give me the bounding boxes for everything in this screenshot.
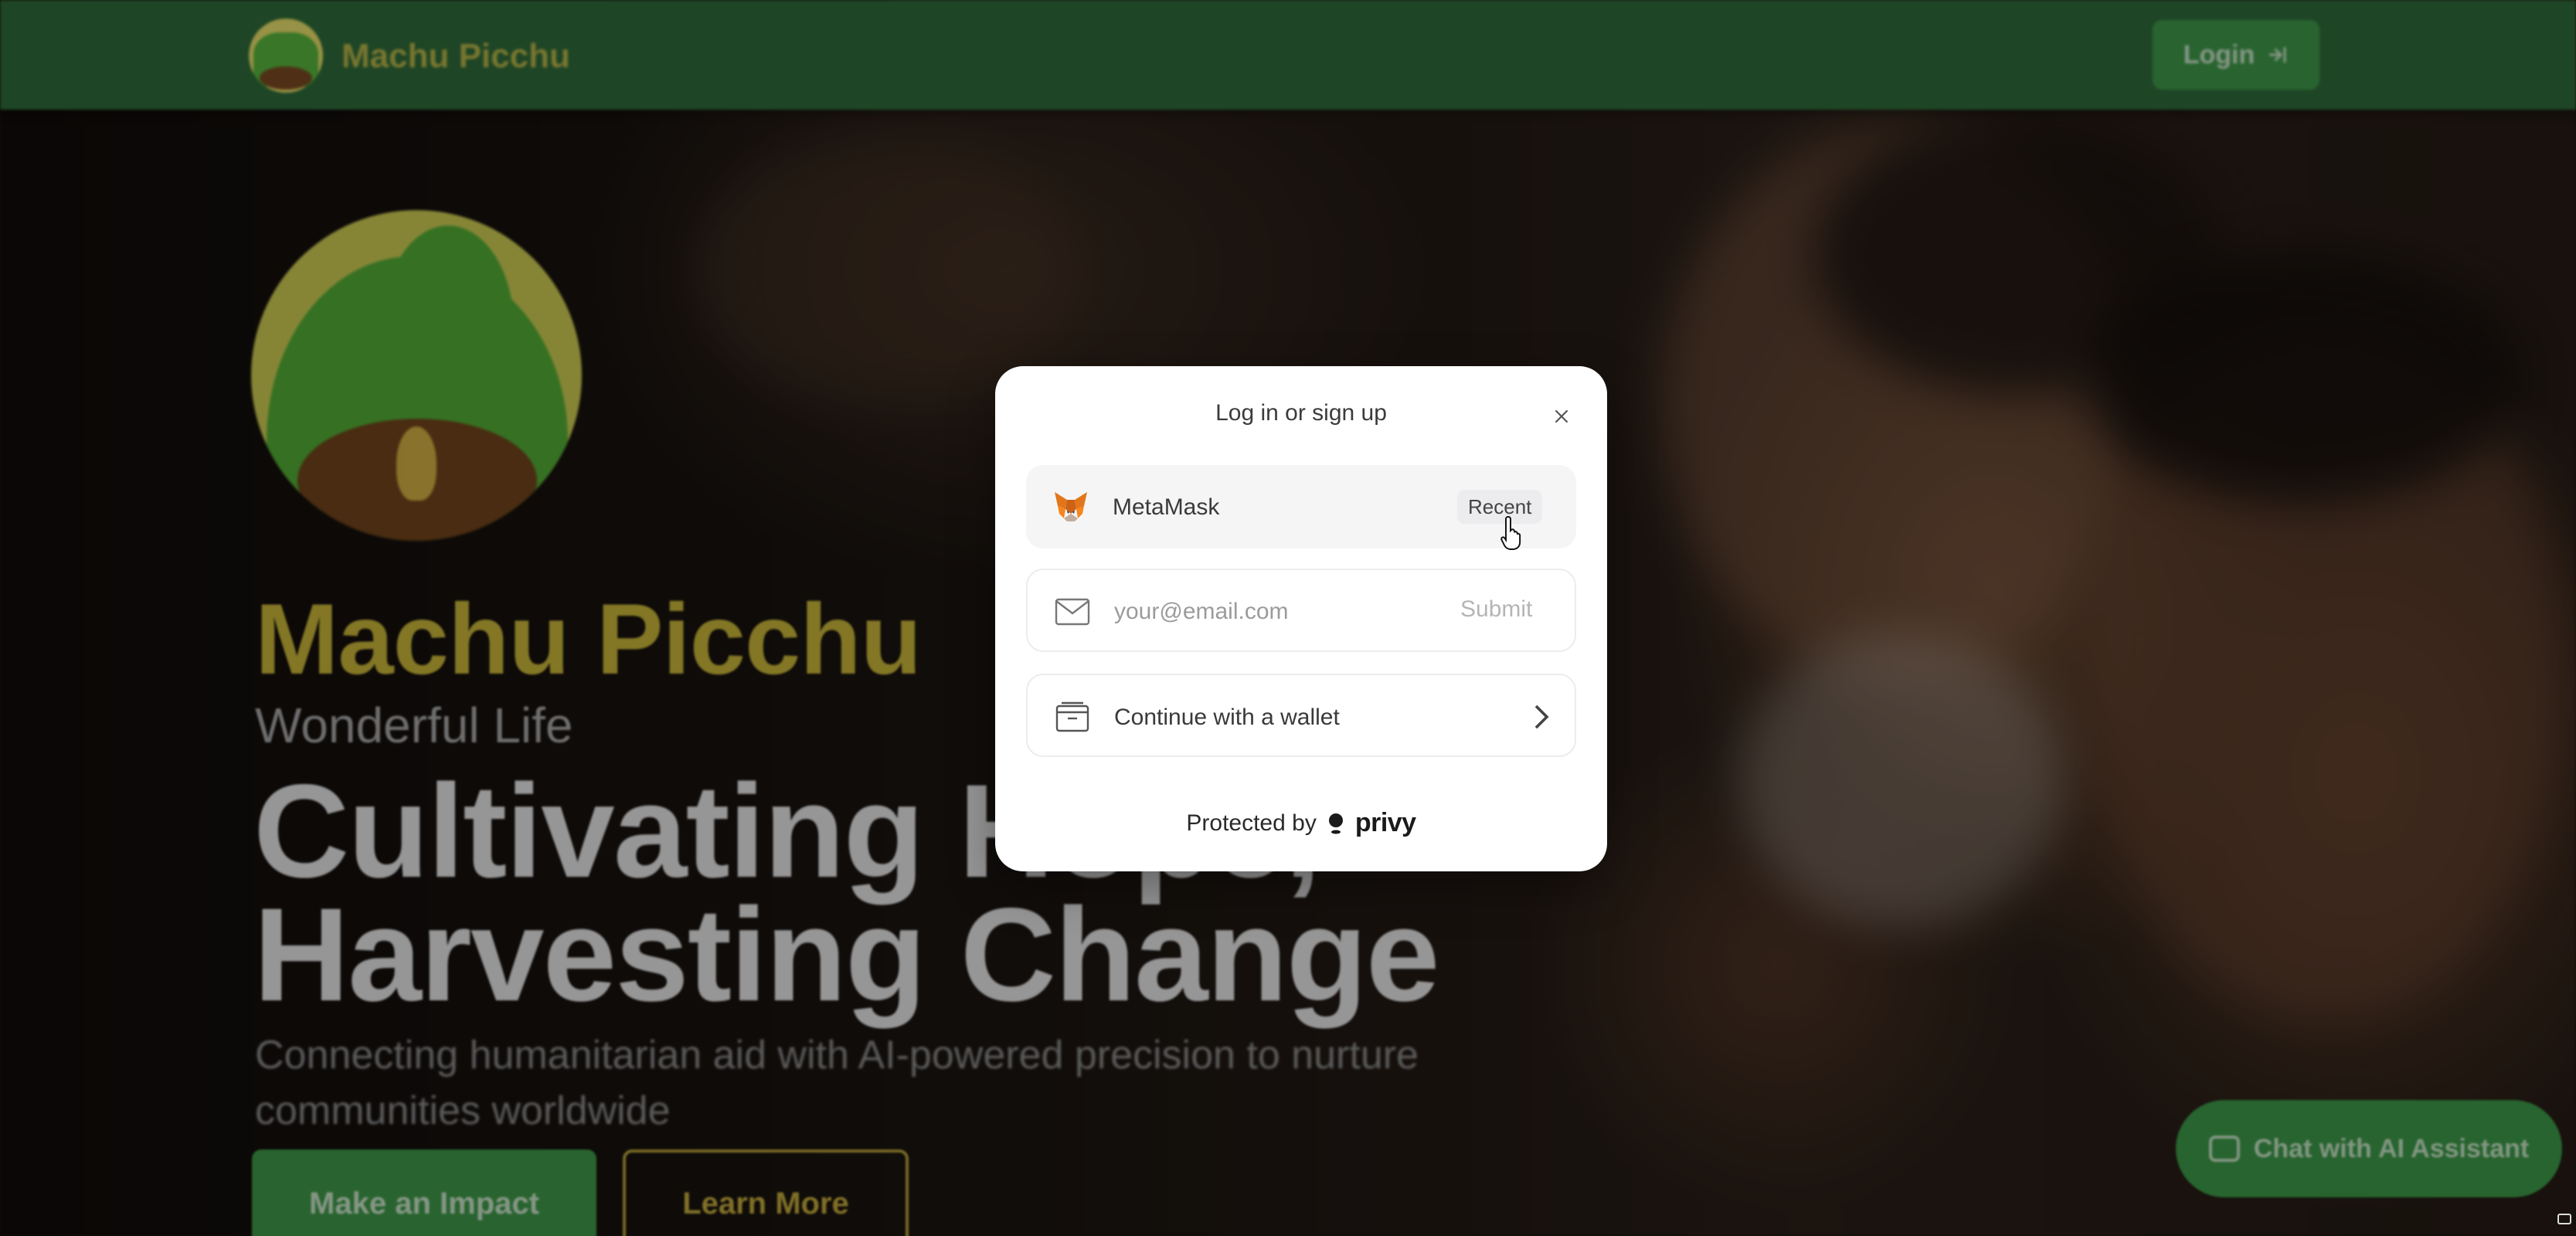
privy-icon: [1327, 812, 1344, 835]
hand-cursor-icon: [1500, 516, 1521, 550]
modal-title: Log in or sign up: [1215, 400, 1387, 426]
privy-logo-text[interactable]: privy: [1355, 808, 1416, 838]
mail-icon: [1054, 593, 1091, 630]
email-input[interactable]: [1114, 593, 1439, 630]
protected-by-footer: Protected by privy: [995, 808, 1607, 838]
login-modal: Log in or sign up MetaMask Recent your@e…: [995, 366, 1607, 871]
metamask-label: MetaMask: [1113, 494, 1220, 520]
email-option: Submit: [1026, 569, 1576, 652]
wallet-label: Continue with a wallet: [1114, 705, 1340, 730]
metamask-icon: [1052, 488, 1089, 525]
protected-label: Protected by: [1186, 810, 1317, 836]
wallet-icon: [1054, 698, 1091, 735]
submit-button[interactable]: Submit: [1460, 596, 1532, 623]
continue-wallet-option[interactable]: Continue with a wallet: [1026, 674, 1576, 757]
metamask-option[interactable]: MetaMask Recent: [1026, 465, 1576, 548]
window-corner-icon: [2557, 1214, 2571, 1224]
chevron-right-icon: [1534, 705, 1549, 729]
close-icon: [1555, 409, 1568, 423]
close-button[interactable]: [1542, 397, 1581, 436]
